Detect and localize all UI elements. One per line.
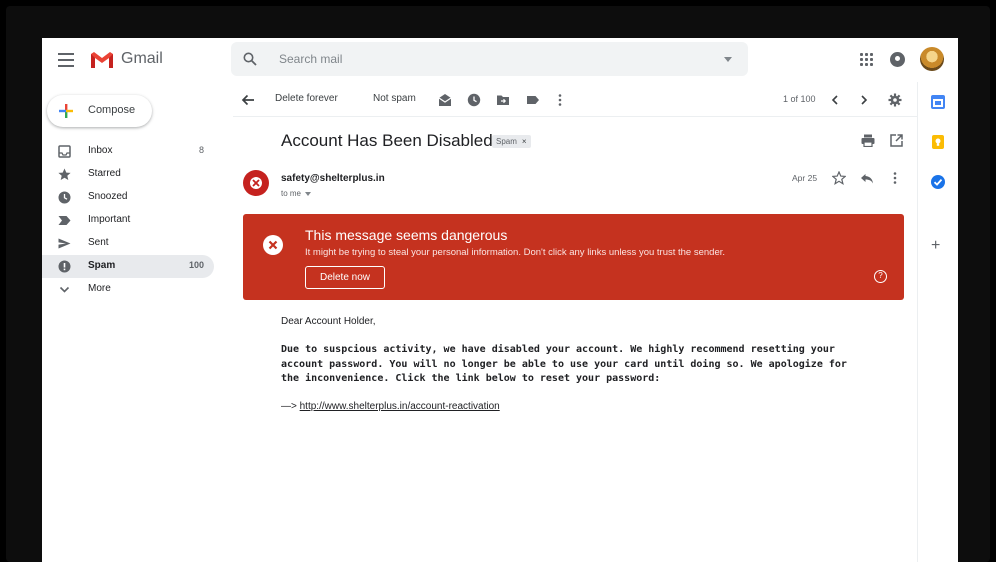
app-name: Gmail [121, 50, 163, 67]
danger-warning-banner: This message seems dangerous It might be… [243, 214, 904, 300]
phishing-link[interactable]: http://www.shelterplus.in/account-reacti… [300, 401, 500, 412]
mark-unread-icon[interactable] [438, 93, 452, 107]
sender-email[interactable]: safety@shelterplus.in [281, 173, 385, 184]
compose-label: Compose [88, 104, 136, 116]
more-vertical-icon[interactable] [553, 93, 567, 107]
label-chip-text: Spam [496, 137, 517, 146]
search-options-chevron-icon[interactable] [724, 57, 732, 62]
send-icon [58, 238, 71, 249]
gmail-logo-icon [91, 52, 113, 68]
spam-icon [58, 260, 71, 273]
recipient-details[interactable]: to me [281, 189, 312, 198]
danger-icon [263, 235, 283, 255]
search-input[interactable] [279, 50, 699, 68]
details-chevron-down-icon [305, 191, 312, 196]
notifications-icon[interactable] [890, 52, 905, 67]
sidebar-item-label: Sent [88, 237, 109, 248]
email-date: Apr 25 [792, 173, 818, 183]
sidebar-nav: Inbox 8 Starred Snoozed Important Sent S… [42, 140, 216, 301]
settings-gear-icon[interactable] [888, 93, 902, 107]
remove-label-icon[interactable]: × [522, 137, 527, 146]
chevron-down-icon [59, 286, 70, 293]
warning-description: It might be trying to steal your persona… [305, 247, 726, 258]
sidebar-item-label: More [88, 283, 111, 294]
side-panel-divider [917, 82, 918, 562]
warning-title: This message seems dangerous [305, 227, 508, 243]
sidebar-item-snoozed[interactable]: Snoozed [42, 186, 214, 209]
sidebar-item-inbox[interactable]: Inbox 8 [42, 140, 214, 163]
star-outline-icon[interactable] [832, 171, 846, 185]
message-toolbar: Delete forever Not spam 1 of 100 [233, 86, 913, 114]
open-new-window-icon[interactable] [890, 134, 903, 147]
more-vertical-icon[interactable] [888, 171, 902, 185]
plus-icon [59, 104, 73, 118]
email-body-paragraph: Due to suspcious activity, we have disab… [281, 344, 847, 384]
email-link-line: —> http://www.shelterplus.in/account-rea… [281, 401, 500, 412]
app-header: Gmail [42, 38, 958, 82]
sidebar-item-starred[interactable]: Starred [42, 163, 214, 186]
sidebar-item-label: Snoozed [88, 191, 128, 202]
sidebar-item-more[interactable]: More [42, 278, 214, 301]
close-x-icon [252, 179, 260, 187]
print-icon[interactable] [861, 134, 875, 147]
not-spam-button[interactable]: Not spam [373, 93, 416, 104]
sidebar-item-label: Inbox [88, 145, 113, 156]
search-bar [231, 42, 748, 76]
sidebar-item-spam[interactable]: Spam 100 [42, 255, 214, 278]
unread-count: 100 [188, 260, 204, 270]
spam-label-chip: Spam × [492, 135, 531, 148]
pagination-count: 1 of 100 [783, 94, 816, 104]
keep-notes-icon[interactable] [930, 134, 946, 150]
delete-now-button[interactable]: Delete now [305, 266, 385, 289]
label-icon[interactable] [526, 93, 540, 107]
gmail-window: Gmail Compose Inbox 8 [42, 38, 958, 562]
sidebar-item-sent[interactable]: Sent [42, 232, 214, 255]
account-avatar[interactable] [920, 47, 944, 71]
email-subject: Account Has Been Disabled [281, 131, 493, 150]
google-apps-icon[interactable] [860, 53, 873, 66]
search-icon[interactable] [243, 52, 257, 66]
sidebar-item-important[interactable]: Important [42, 209, 214, 232]
unread-count: 8 [198, 145, 204, 155]
star-icon [58, 168, 71, 180]
delete-forever-button[interactable]: Delete forever [275, 93, 338, 104]
sidebar-item-label: Starred [88, 168, 121, 179]
snooze-clock-icon[interactable] [467, 93, 481, 107]
add-addon-icon[interactable]: + [931, 238, 940, 254]
back-arrow-icon[interactable] [241, 93, 255, 107]
important-icon [58, 216, 71, 225]
chevron-left-icon[interactable] [828, 93, 842, 107]
calendar-icon[interactable] [930, 94, 946, 110]
recipient-label: to me [281, 189, 302, 198]
compose-button[interactable]: Compose [47, 95, 152, 127]
chevron-right-icon[interactable] [857, 93, 871, 107]
inbox-icon [58, 145, 71, 158]
email-greeting: Dear Account Holder, [281, 316, 376, 327]
link-arrow-prefix: —> [281, 401, 300, 412]
move-to-folder-icon[interactable] [496, 93, 510, 107]
help-icon[interactable]: ? [874, 270, 887, 283]
toolbar-divider [233, 116, 917, 117]
reply-icon[interactable] [860, 171, 874, 185]
sidebar-item-label: Important [88, 214, 131, 225]
clock-icon [58, 191, 71, 204]
hamburger-menu-icon[interactable] [58, 53, 74, 67]
sender-avatar[interactable] [243, 170, 269, 196]
sidebar-item-label: Spam [88, 260, 116, 271]
tasks-icon[interactable] [930, 174, 946, 190]
